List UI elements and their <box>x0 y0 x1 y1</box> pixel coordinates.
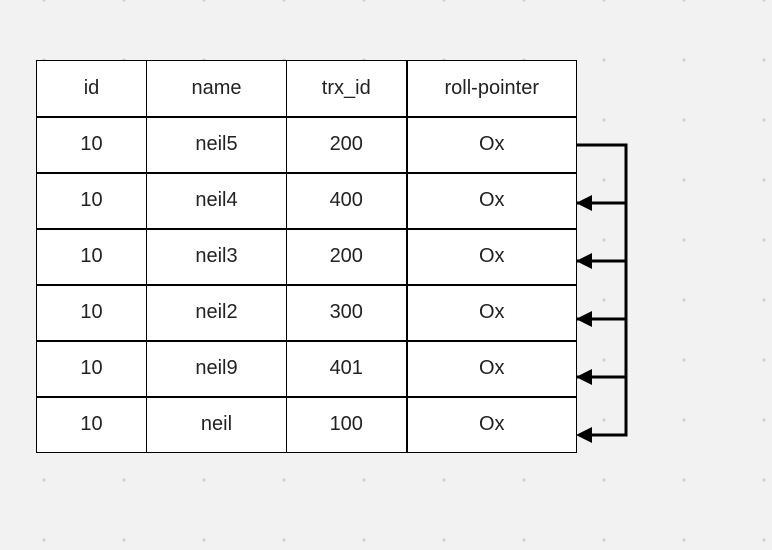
cell-roll-pointer: Ox <box>407 341 577 397</box>
cell-id: 10 <box>37 173 147 229</box>
cell-name: neil <box>147 397 287 453</box>
cell-roll-pointer: Ox <box>407 397 577 453</box>
cell-id: 10 <box>37 229 147 285</box>
cell-roll-pointer: Ox <box>407 117 577 173</box>
cell-name: neil9 <box>147 341 287 397</box>
table-row: 10 neil3 200 Ox <box>37 229 577 285</box>
cell-id: 10 <box>37 117 147 173</box>
cell-id: 10 <box>37 285 147 341</box>
table-row: 10 neil4 400 Ox <box>37 173 577 229</box>
cell-roll-pointer: Ox <box>407 285 577 341</box>
cell-trx-id: 401 <box>287 341 407 397</box>
cell-trx-id: 200 <box>287 229 407 285</box>
table-row: 10 neil9 401 Ox <box>37 341 577 397</box>
cell-trx-id: 100 <box>287 397 407 453</box>
cell-name: neil2 <box>147 285 287 341</box>
col-header-name: name <box>147 61 287 117</box>
cell-trx-id: 300 <box>287 285 407 341</box>
version-chain-table: id name trx_id roll-pointer 10 neil5 200… <box>36 60 577 453</box>
cell-trx-id: 200 <box>287 117 407 173</box>
col-header-trx-id: trx_id <box>287 61 407 117</box>
cell-name: neil5 <box>147 117 287 173</box>
cell-trx-id: 400 <box>287 173 407 229</box>
table-row: 10 neil2 300 Ox <box>37 285 577 341</box>
cell-id: 10 <box>37 341 147 397</box>
col-header-id: id <box>37 61 147 117</box>
cell-roll-pointer: Ox <box>407 229 577 285</box>
cell-name: neil3 <box>147 229 287 285</box>
col-header-roll-pointer: roll-pointer <box>407 61 577 117</box>
table-row: 10 neil5 200 Ox <box>37 117 577 173</box>
cell-id: 10 <box>37 397 147 453</box>
cell-name: neil4 <box>147 173 287 229</box>
cell-roll-pointer: Ox <box>407 173 577 229</box>
diagram-stage: id name trx_id roll-pointer 10 neil5 200… <box>36 60 577 453</box>
table-row: 10 neil 100 Ox <box>37 397 577 453</box>
